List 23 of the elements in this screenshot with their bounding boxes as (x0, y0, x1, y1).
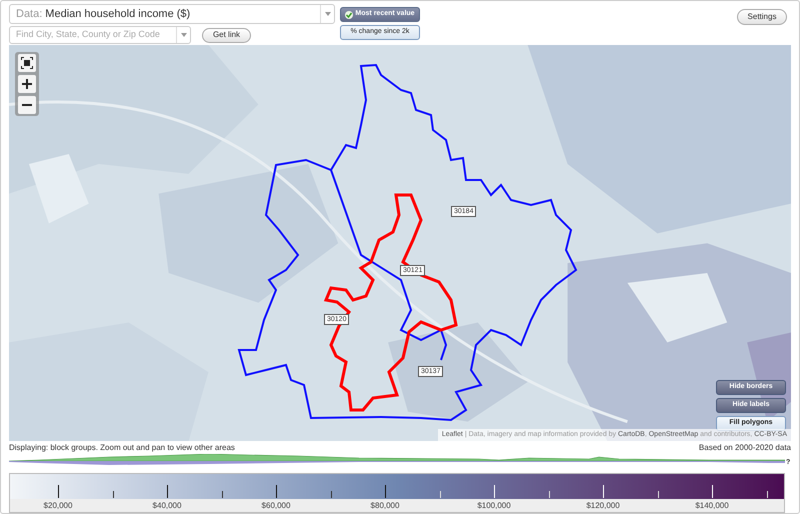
zoom-out-button[interactable] (18, 96, 36, 114)
zoom-in-button[interactable] (18, 74, 36, 93)
scale-label: $80,000 (370, 500, 400, 512)
dropdown-caret-icon (176, 27, 190, 43)
scale-label: $40,000 (152, 500, 182, 512)
scale-label: $140,000 (695, 500, 729, 512)
data-select[interactable]: Data: Median household income ($) (9, 4, 335, 24)
scale-label: $120,000 (586, 500, 620, 512)
plus-icon (22, 78, 32, 89)
settings-button[interactable]: Settings (737, 9, 787, 25)
display-status: Displaying: block groups. Zoom out and pan to view other areas (9, 442, 235, 454)
location-search-field[interactable]: Find City, State, County or Zip Code (9, 26, 191, 44)
fit-bounds-button[interactable] (18, 54, 36, 72)
get-link-button[interactable]: Get link (202, 28, 251, 42)
data-range-note: Based on 2000-2020 data (698, 442, 791, 454)
dropdown-caret-icon (320, 5, 334, 23)
scale-label: $20,000 (44, 500, 72, 512)
scale-label: $100,000 (477, 500, 511, 512)
data-label: Data: (16, 6, 42, 22)
fit-bounds-icon (21, 56, 33, 69)
scale-label: $60,000 (262, 500, 290, 512)
check-icon (345, 10, 354, 18)
data-value: Median household income ($) (45, 6, 192, 22)
